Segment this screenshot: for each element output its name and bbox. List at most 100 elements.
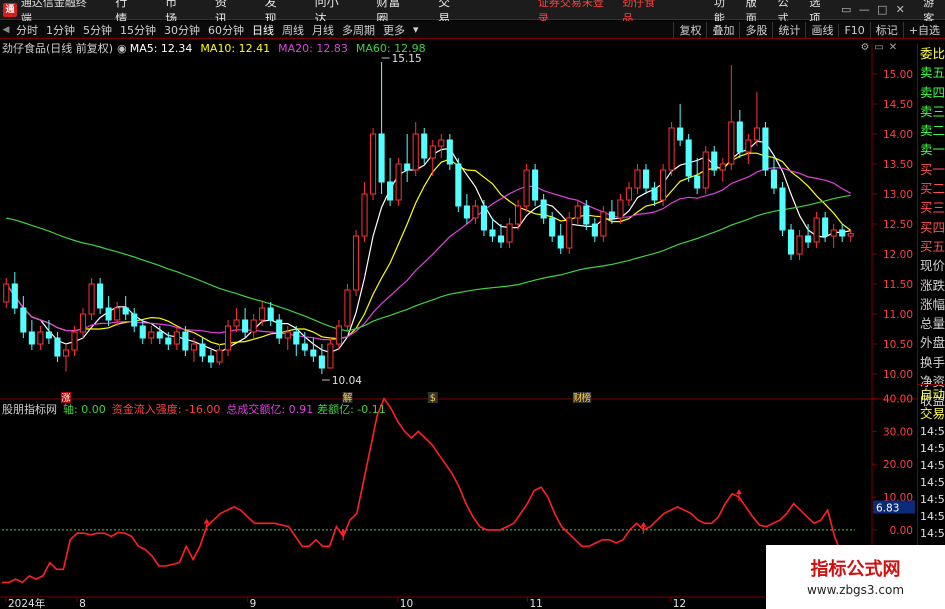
side-label: 换手	[920, 354, 945, 370]
candle-body	[839, 229, 846, 237]
candle-body	[600, 211, 607, 237]
watermark: 指标公式网 www.zbgs3.com	[766, 545, 945, 609]
adjust-button[interactable]: 复权	[673, 22, 706, 38]
candle-body	[199, 343, 206, 357]
multi-stock-button[interactable]: 多股	[739, 22, 772, 38]
f10-button[interactable]: F10	[838, 23, 869, 37]
candle-body	[361, 193, 368, 237]
candle-body	[139, 325, 146, 339]
candle-body	[446, 139, 453, 165]
side-label: 买四	[920, 219, 945, 235]
kline-chart[interactable]: 10.00 10.50 11.00 11.50 12.00 12.50 13.00 13.50…	[0, 44, 917, 609]
buy-arrow-icon	[735, 489, 742, 495]
candle-body	[463, 205, 470, 219]
candle-body	[412, 133, 419, 171]
candle-body	[685, 139, 692, 177]
candle-body	[455, 163, 462, 207]
tick-time: 14:56	[920, 510, 945, 523]
mark-button[interactable]: 标记	[869, 22, 903, 38]
period-daily[interactable]: 日线	[248, 22, 278, 38]
candle-body	[37, 331, 44, 345]
candle-body	[677, 127, 684, 141]
candle-body	[702, 151, 709, 189]
auto-trade-label[interactable]: 自动	[918, 385, 945, 404]
candle-body	[114, 307, 121, 321]
indicator-total-value: 总成交额亿: 0.91	[226, 403, 314, 416]
minimize-icon[interactable]: —	[855, 2, 873, 18]
candle-body	[88, 283, 95, 315]
draw-line-button[interactable]: 画线	[805, 22, 838, 38]
candle-body	[242, 319, 249, 333]
candle-body	[753, 127, 760, 141]
candle-body	[642, 169, 650, 189]
price-tick-label: 12.00	[883, 249, 913, 261]
candle-body	[105, 307, 112, 321]
tick-time: 14:56	[920, 459, 945, 472]
side-label: 总量	[920, 316, 945, 332]
x-tick-label: 9	[250, 598, 257, 609]
window-controls: ▭ — □ ✕	[837, 2, 909, 18]
restore-icon[interactable]: ▭	[837, 2, 855, 18]
candle-body	[770, 169, 778, 189]
period-15min[interactable]: 15分钟	[116, 22, 160, 38]
candle-body	[728, 121, 735, 165]
x-tick-label: 11	[529, 598, 542, 609]
period-5min[interactable]: 5分钟	[79, 22, 116, 38]
price-tick-label: 14.50	[883, 99, 913, 111]
buy-arrow-icon	[203, 518, 210, 524]
candle-body	[71, 331, 78, 351]
buy-arrow-icon	[640, 521, 647, 527]
period-toolbar: ◀ 分时 1分钟 5分钟 15分钟 30分钟 60分钟 日线 周线 月线 多周期…	[0, 21, 945, 39]
period-monthly[interactable]: 月线	[308, 22, 338, 38]
period-tick[interactable]: 分时	[12, 22, 42, 38]
statistics-button[interactable]: 统计	[772, 22, 805, 38]
maximize-icon[interactable]: □	[873, 2, 891, 18]
candle-body	[523, 169, 530, 207]
toolbar-left-arrow-icon[interactable]: ◀	[0, 25, 12, 35]
indicator-name[interactable]: 股朋指标网	[2, 401, 57, 417]
candle-body	[224, 325, 232, 351]
candle-body	[165, 337, 172, 345]
candle-body	[352, 235, 360, 291]
auto-trade-label[interactable]: 交易	[918, 404, 945, 423]
period-weekly[interactable]: 周线	[278, 22, 308, 38]
candle-body	[54, 337, 61, 357]
candle-body	[395, 163, 402, 201]
side-label: 委比	[920, 46, 945, 61]
overlay-button[interactable]: 叠加	[706, 22, 739, 38]
candle-body	[310, 349, 317, 357]
extreme-label: 10.04	[332, 375, 362, 387]
period-1min[interactable]: 1分钟	[42, 22, 79, 38]
tick-time: 14:56	[920, 476, 945, 489]
candle-body	[404, 163, 411, 171]
candle-body	[344, 289, 351, 327]
candle-body	[625, 187, 633, 201]
candle-body	[608, 211, 615, 219]
add-watchlist-button[interactable]: +自选	[902, 22, 945, 38]
period-60min[interactable]: 60分钟	[204, 22, 248, 38]
candle-body	[694, 175, 701, 189]
candle-body	[745, 139, 752, 153]
candle-body	[497, 235, 505, 243]
candle-body	[779, 187, 786, 231]
side-label: 买二	[920, 181, 945, 197]
more-dropdown-icon[interactable]: ▾	[409, 23, 423, 36]
fund-flow-line	[2, 396, 856, 584]
candle-body	[574, 205, 581, 219]
period-more[interactable]: 更多	[379, 22, 409, 38]
candle-body	[79, 313, 87, 333]
side-label: 涨跌	[920, 277, 945, 293]
indicator-axis-value: 轴: 0.00	[63, 403, 106, 416]
candle-body	[472, 205, 479, 219]
period-30min[interactable]: 30分钟	[160, 22, 204, 38]
candle-body	[387, 181, 394, 201]
side-label: 现价	[920, 258, 945, 274]
candle-body	[293, 331, 300, 345]
quote-side-panel: 委比 卖五 卖四 卖三 卖二 卖一 买一 买二 买三 买四 买五 现价 涨跌 涨幅 总量 外盘 换手 净资 收益 自…	[917, 44, 945, 609]
candle-body	[736, 121, 743, 153]
period-multi[interactable]: 多周期	[338, 22, 379, 38]
close-icon[interactable]: ✕	[891, 2, 909, 18]
candle-body	[62, 349, 70, 357]
candle-body	[122, 307, 129, 315]
candle-body	[233, 319, 240, 327]
